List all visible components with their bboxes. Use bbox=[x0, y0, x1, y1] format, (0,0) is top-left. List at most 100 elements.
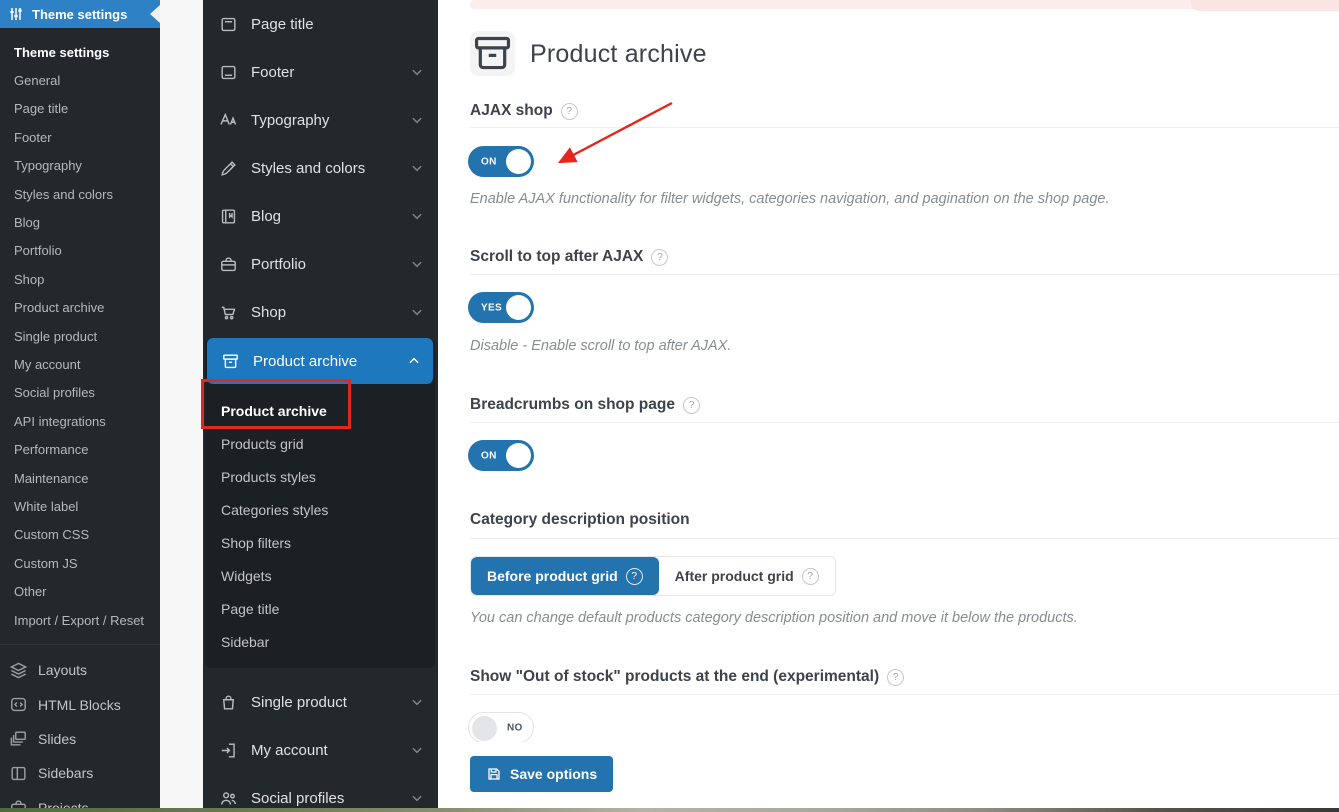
wp-submenu-item-page-title[interactable]: Page title bbox=[0, 95, 160, 123]
chevron-up-icon bbox=[407, 354, 421, 368]
sidebar-item-label: Social profiles bbox=[251, 790, 344, 807]
wp-menu-item-slides[interactable]: Slides bbox=[0, 722, 160, 756]
separator bbox=[470, 538, 1339, 539]
toggle-knob bbox=[506, 443, 531, 468]
heading-scroll-to-top: Scroll to top after AJAX ? bbox=[470, 248, 668, 266]
blog-icon bbox=[219, 207, 238, 226]
scroll-top-description: Disable - Enable scroll to top after AJA… bbox=[470, 338, 731, 354]
wp-submenu-item-portfolio[interactable]: Portfolio bbox=[0, 237, 160, 265]
single-product-icon bbox=[219, 693, 238, 712]
help-icon[interactable]: ? bbox=[887, 669, 904, 686]
sidebar-item-label: Single product bbox=[251, 694, 347, 711]
main-content: Product archive AJAX shop ? ON Enable AJ… bbox=[438, 0, 1339, 812]
category-position-control: Before product grid ? After product grid… bbox=[470, 556, 836, 596]
wp-submenu-item-custom-js[interactable]: Custom JS bbox=[0, 549, 160, 577]
submenu-item-categories-styles[interactable]: Categories styles bbox=[205, 493, 435, 526]
wp-submenu-item-api-integrations[interactable]: API integrations bbox=[0, 407, 160, 435]
submenu-item-products-styles[interactable]: Products styles bbox=[205, 460, 435, 493]
chevron-down-icon bbox=[410, 743, 424, 757]
sidebar-item-my-account[interactable]: My account bbox=[203, 726, 438, 774]
separator bbox=[470, 422, 1339, 423]
page-title-icon-box bbox=[470, 31, 515, 76]
toggle-knob bbox=[506, 149, 531, 174]
wp-menu-item-sidebars[interactable]: Sidebars bbox=[0, 756, 160, 790]
help-icon[interactable]: ? bbox=[651, 249, 668, 266]
ajax-shop-toggle[interactable]: ON bbox=[468, 146, 534, 177]
theme-settings-sidebar: Page title Footer Typography Styles and … bbox=[203, 0, 438, 812]
sidebar-item-shop[interactable]: Shop bbox=[203, 288, 438, 336]
category-position-description: You can change default products category… bbox=[470, 610, 1078, 626]
wp-submenu-item-general[interactable]: General bbox=[0, 66, 160, 94]
chevron-down-icon bbox=[410, 113, 424, 127]
wp-tools-menu: Layouts HTML Blocks Slides Sidebars bbox=[0, 644, 160, 812]
sidebar-item-single-product[interactable]: Single product bbox=[203, 678, 438, 726]
chevron-down-icon bbox=[410, 161, 424, 175]
wp-submenu-item-shop[interactable]: Shop bbox=[0, 265, 160, 293]
submenu-item-widgets[interactable]: Widgets bbox=[205, 559, 435, 592]
active-menu-arrow bbox=[150, 5, 160, 23]
wp-submenu-item-social-profiles[interactable]: Social profiles bbox=[0, 379, 160, 407]
submenu-item-page-title[interactable]: Page title bbox=[205, 592, 435, 625]
submenu-item-products-grid[interactable]: Products grid bbox=[205, 427, 435, 460]
page-title: Product archive bbox=[530, 40, 707, 69]
shop-icon bbox=[219, 303, 238, 322]
help-icon[interactable]: ? bbox=[802, 568, 819, 585]
breadcrumbs-toggle[interactable]: ON bbox=[468, 440, 534, 471]
sidebar-gap bbox=[160, 0, 203, 812]
heading-ajax-shop: AJAX shop ? bbox=[470, 102, 578, 120]
layouts-icon bbox=[9, 661, 28, 680]
option-before-product-grid[interactable]: Before product grid ? bbox=[471, 557, 659, 595]
wp-submenu-item-white-label[interactable]: White label bbox=[0, 492, 160, 520]
wp-submenu-item-theme-settings[interactable]: Theme settings bbox=[0, 38, 160, 66]
submenu-item-shop-filters[interactable]: Shop filters bbox=[205, 526, 435, 559]
chevron-down-icon bbox=[410, 65, 424, 79]
sidebar-item-label: Styles and colors bbox=[251, 160, 365, 177]
wp-menu-item-html-blocks[interactable]: HTML Blocks bbox=[0, 688, 160, 722]
submenu-item-product-archive[interactable]: Product archive bbox=[205, 394, 435, 427]
heading-category-position: Category description position bbox=[470, 511, 690, 529]
wp-menu-item-layouts[interactable]: Layouts bbox=[0, 653, 160, 687]
sidebar-item-product-archive-active[interactable]: Product archive bbox=[207, 338, 433, 384]
sidebar-item-typography[interactable]: Typography bbox=[203, 96, 438, 144]
wp-tool-label: HTML Blocks bbox=[38, 697, 121, 713]
help-icon[interactable]: ? bbox=[626, 568, 643, 585]
sidebar-item-page-title[interactable]: Page title bbox=[203, 0, 438, 48]
wp-menu-header-label: Theme settings bbox=[32, 7, 127, 22]
wp-submenu-item-footer[interactable]: Footer bbox=[0, 123, 160, 151]
option-after-product-grid[interactable]: After product grid ? bbox=[659, 557, 835, 595]
save-options-button[interactable]: Save options bbox=[470, 756, 613, 792]
submenu-item-sidebar[interactable]: Sidebar bbox=[205, 625, 435, 658]
wp-submenu-item-other[interactable]: Other bbox=[0, 577, 160, 605]
scroll-top-toggle[interactable]: YES bbox=[468, 292, 534, 323]
product-archive-submenu: Product archive Products grid Products s… bbox=[205, 384, 435, 658]
wp-submenu-item-product-archive[interactable]: Product archive bbox=[0, 294, 160, 322]
wp-submenu-item-custom-css[interactable]: Custom CSS bbox=[0, 521, 160, 549]
theme-settings-page: Theme settings Theme settings General Pa… bbox=[0, 0, 1339, 812]
portfolio-icon bbox=[219, 255, 238, 274]
sidebar-item-footer[interactable]: Footer bbox=[203, 48, 438, 96]
wp-admin-sidebar: Theme settings Theme settings General Pa… bbox=[0, 0, 160, 812]
wp-submenu-item-blog[interactable]: Blog bbox=[0, 208, 160, 236]
wp-submenu-item-performance[interactable]: Performance bbox=[0, 435, 160, 463]
wp-menu-header-theme-settings[interactable]: Theme settings bbox=[0, 0, 160, 28]
wp-submenu: Theme settings General Page title Footer… bbox=[0, 28, 160, 634]
help-icon[interactable]: ? bbox=[561, 103, 578, 120]
sidebar-item-portfolio[interactable]: Portfolio bbox=[203, 240, 438, 288]
page-title-icon bbox=[219, 15, 238, 34]
sidebar-item-blog[interactable]: Blog bbox=[203, 192, 438, 240]
wp-submenu-item-styles-and-colors[interactable]: Styles and colors bbox=[0, 180, 160, 208]
sidebar-item-styles-and-colors[interactable]: Styles and colors bbox=[203, 144, 438, 192]
toggle-knob bbox=[506, 295, 531, 320]
sliders-icon bbox=[8, 6, 24, 22]
wp-submenu-item-import-export-reset[interactable]: Import / Export / Reset bbox=[0, 606, 160, 634]
sidebar-item-social-profiles[interactable]: Social profiles bbox=[203, 774, 438, 812]
wp-tool-label: Sidebars bbox=[38, 765, 93, 781]
wp-submenu-item-single-product[interactable]: Single product bbox=[0, 322, 160, 350]
out-of-stock-toggle[interactable]: NO bbox=[468, 712, 534, 743]
sidebar-item-label: Product archive bbox=[253, 353, 357, 370]
sidebar-item-label: Shop bbox=[251, 304, 286, 321]
help-icon[interactable]: ? bbox=[683, 397, 700, 414]
wp-submenu-item-typography[interactable]: Typography bbox=[0, 152, 160, 180]
wp-submenu-item-maintenance[interactable]: Maintenance bbox=[0, 464, 160, 492]
wp-submenu-item-my-account[interactable]: My account bbox=[0, 350, 160, 378]
